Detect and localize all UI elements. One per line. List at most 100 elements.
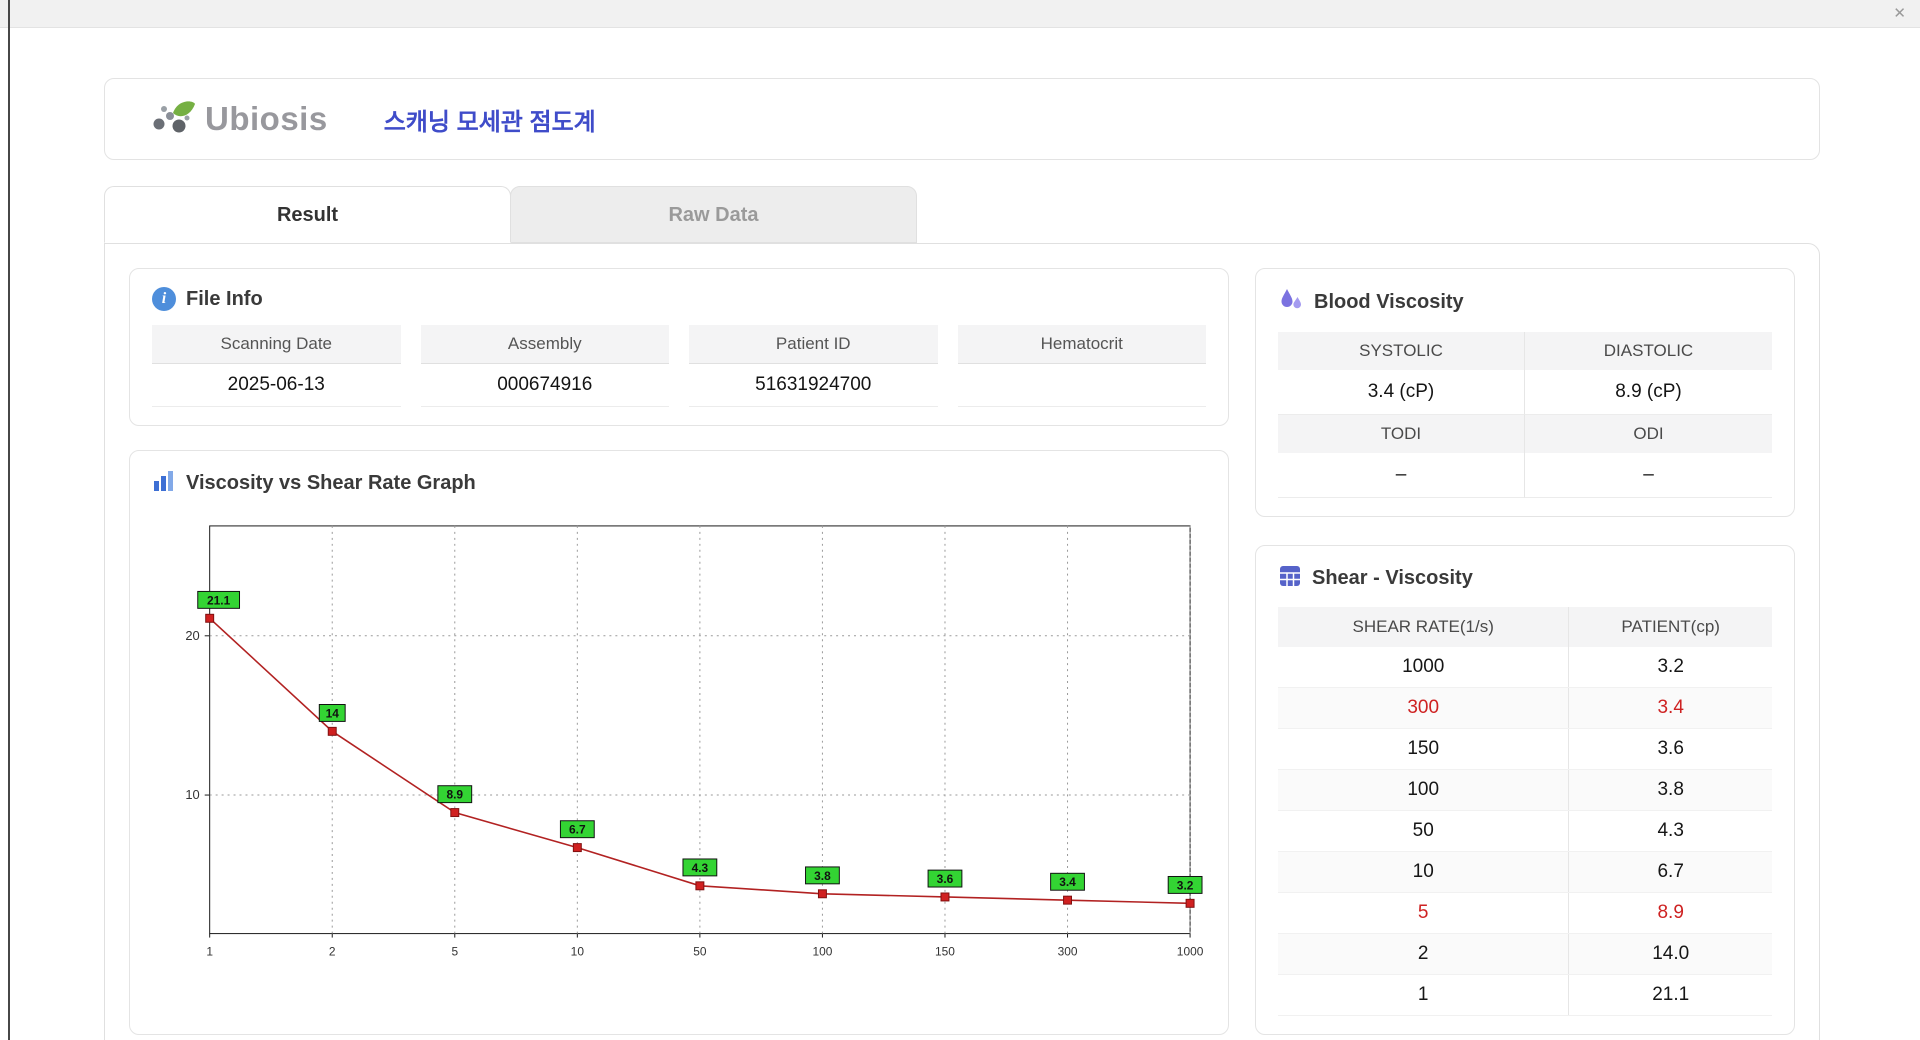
svg-text:4.3: 4.3 xyxy=(692,861,709,875)
tab-result[interactable]: Result xyxy=(104,186,511,243)
right-column: Blood Viscosity SYSTOLIC DIASTOLIC 3.4 (cP… xyxy=(1255,268,1795,1035)
table-row: 1 21.1 xyxy=(1278,974,1772,1016)
file-info-field: Patient ID 51631924700 xyxy=(689,325,938,407)
table-row: 5 8.9 xyxy=(1278,892,1772,934)
window-left-border xyxy=(8,0,10,1040)
cell-shear-rate: 100 xyxy=(1278,769,1570,811)
shear-viscosity-table: SHEAR RATE(1/s) PATIENT(cp) 1000 3.2 300 3.… xyxy=(1278,607,1772,1016)
svg-text:5: 5 xyxy=(451,944,458,958)
cell-shear-rate: 150 xyxy=(1278,728,1570,770)
cell-patient: 3.6 xyxy=(1568,728,1772,770)
table-row: 1000 3.2 xyxy=(1278,647,1772,688)
cell-patient: 3.2 xyxy=(1568,647,1772,688)
field-value: 000674916 xyxy=(420,364,669,407)
svg-text:10: 10 xyxy=(185,787,199,802)
table-row: 300 3.4 xyxy=(1278,687,1772,729)
svg-text:3.6: 3.6 xyxy=(937,872,954,886)
graph-card: Viscosity vs Shear Rate Graph 10 20 1 2 5 10 5… xyxy=(129,450,1229,1035)
bv-value: – xyxy=(1278,453,1525,498)
cell-shear-rate: 300 xyxy=(1278,687,1570,729)
blood-viscosity-title: Blood Viscosity xyxy=(1314,291,1464,313)
field-label: Assembly xyxy=(420,325,669,364)
file-info-field: Hematocrit xyxy=(957,325,1206,407)
svg-text:50: 50 xyxy=(693,944,707,958)
cell-shear-rate: 10 xyxy=(1278,851,1570,893)
bv-value-row: 3.4 (cP) 8.9 (cP) xyxy=(1278,370,1772,415)
bv-value: 8.9 (cP) xyxy=(1525,370,1772,415)
info-icon: i xyxy=(152,287,176,311)
bv-value-row: – – xyxy=(1278,453,1772,498)
file-info-title: File Info xyxy=(186,287,263,310)
field-value: 51631924700 xyxy=(689,364,938,407)
cell-shear-rate: 1000 xyxy=(1278,647,1570,688)
cell-shear-rate: 2 xyxy=(1278,933,1570,975)
logo-text: Ubiosis xyxy=(205,100,328,137)
cell-patient: 14.0 xyxy=(1568,933,1772,975)
cell-patient: 21.1 xyxy=(1568,974,1772,1016)
shear-viscosity-title: Shear - Viscosity xyxy=(1312,567,1473,589)
svg-text:1000: 1000 xyxy=(1177,944,1204,958)
blood-viscosity-header: Blood Viscosity xyxy=(1278,287,1772,318)
file-info-card: i File Info Scanning Date 2025-06-13 Assem… xyxy=(129,268,1229,426)
column-header-shear-rate: SHEAR RATE(1/s) xyxy=(1278,607,1570,647)
field-label: Hematocrit xyxy=(957,325,1206,364)
svg-text:20: 20 xyxy=(185,628,199,643)
table-header-row: SHEAR RATE(1/s) PATIENT(cp) xyxy=(1278,607,1772,647)
cell-patient: 6.7 xyxy=(1568,851,1772,893)
close-icon[interactable]: ✕ xyxy=(1893,4,1906,22)
tab-raw-data[interactable]: Raw Data xyxy=(510,186,917,243)
svg-text:3.8: 3.8 xyxy=(814,869,831,883)
svg-text:6.7: 6.7 xyxy=(569,823,586,837)
table-row: 100 3.8 xyxy=(1278,769,1772,811)
shear-viscosity-card: Shear - Viscosity SHEAR RATE(1/s) PATIEN… xyxy=(1255,545,1795,1035)
table-row: 50 4.3 xyxy=(1278,810,1772,852)
bv-label: TODI xyxy=(1278,415,1525,453)
svg-text:14: 14 xyxy=(326,706,340,720)
app-logo: Ubiosis xyxy=(149,96,328,143)
svg-text:100: 100 xyxy=(812,944,832,958)
cell-patient: 3.8 xyxy=(1568,769,1772,811)
file-info-fields: Scanning Date 2025-06-13 Assembly 000674916… xyxy=(152,325,1206,407)
blood-viscosity-card: Blood Viscosity SYSTOLIC DIASTOLIC 3.4 (cP… xyxy=(1255,268,1795,517)
bv-label: DIASTOLIC xyxy=(1525,332,1772,370)
field-label: Patient ID xyxy=(689,325,938,364)
table-row: 2 14.0 xyxy=(1278,933,1772,975)
bv-value: – xyxy=(1525,453,1772,498)
shear-viscosity-header: Shear - Viscosity xyxy=(1278,564,1772,593)
svg-text:10: 10 xyxy=(571,944,585,958)
field-value xyxy=(957,364,1206,407)
page-title: 스캐닝 모세관 점도계 xyxy=(383,108,596,136)
cell-shear-rate: 1 xyxy=(1278,974,1570,1016)
bv-label-row: TODI ODI xyxy=(1278,415,1772,453)
column-header-patient: PATIENT(cp) xyxy=(1568,607,1772,647)
left-column: i File Info Scanning Date 2025-06-13 Assem… xyxy=(129,268,1229,1035)
svg-text:21.1: 21.1 xyxy=(207,593,231,607)
cell-shear-rate: 5 xyxy=(1278,892,1570,934)
file-info-header: i File Info xyxy=(152,287,1206,311)
cell-shear-rate: 50 xyxy=(1278,810,1570,852)
svg-text:150: 150 xyxy=(935,944,955,958)
bv-label: ODI xyxy=(1525,415,1772,453)
cell-patient: 8.9 xyxy=(1568,892,1772,934)
app-content: Ubiosis 스캐닝 모세관 점도계 Result Raw Data i Fi… xyxy=(0,28,1920,1040)
viscosity-shear-chart: 10 20 1 2 5 10 50 100 150 300 1000 21.1 14 8.9 6.7 4.3 3… xyxy=(185,525,1204,958)
bv-label: SYSTOLIC xyxy=(1278,332,1525,370)
titlebar: ✕ xyxy=(0,0,1920,28)
table-icon xyxy=(1278,564,1302,593)
droplet-icon xyxy=(1278,287,1304,318)
bv-value: 3.4 (cP) xyxy=(1278,370,1525,415)
svg-text:300: 300 xyxy=(1058,944,1078,958)
svg-text:2: 2 xyxy=(329,944,336,958)
logo-leaf-icon xyxy=(149,96,197,143)
main-panel: i File Info Scanning Date 2025-06-13 Assem… xyxy=(104,243,1820,1040)
table-row: 10 6.7 xyxy=(1278,851,1772,893)
cell-patient: 4.3 xyxy=(1568,810,1772,852)
bar-chart-icon xyxy=(152,469,176,498)
svg-text:3.4: 3.4 xyxy=(1059,875,1076,889)
table-row: 150 3.6 xyxy=(1278,728,1772,770)
graph-title: Viscosity vs Shear Rate Graph xyxy=(186,472,476,494)
graph-header: Viscosity vs Shear Rate Graph xyxy=(152,469,1206,498)
cell-patient: 3.4 xyxy=(1568,687,1772,729)
header-card: Ubiosis 스캐닝 모세관 점도계 xyxy=(104,78,1820,160)
field-label: Scanning Date xyxy=(152,325,401,364)
